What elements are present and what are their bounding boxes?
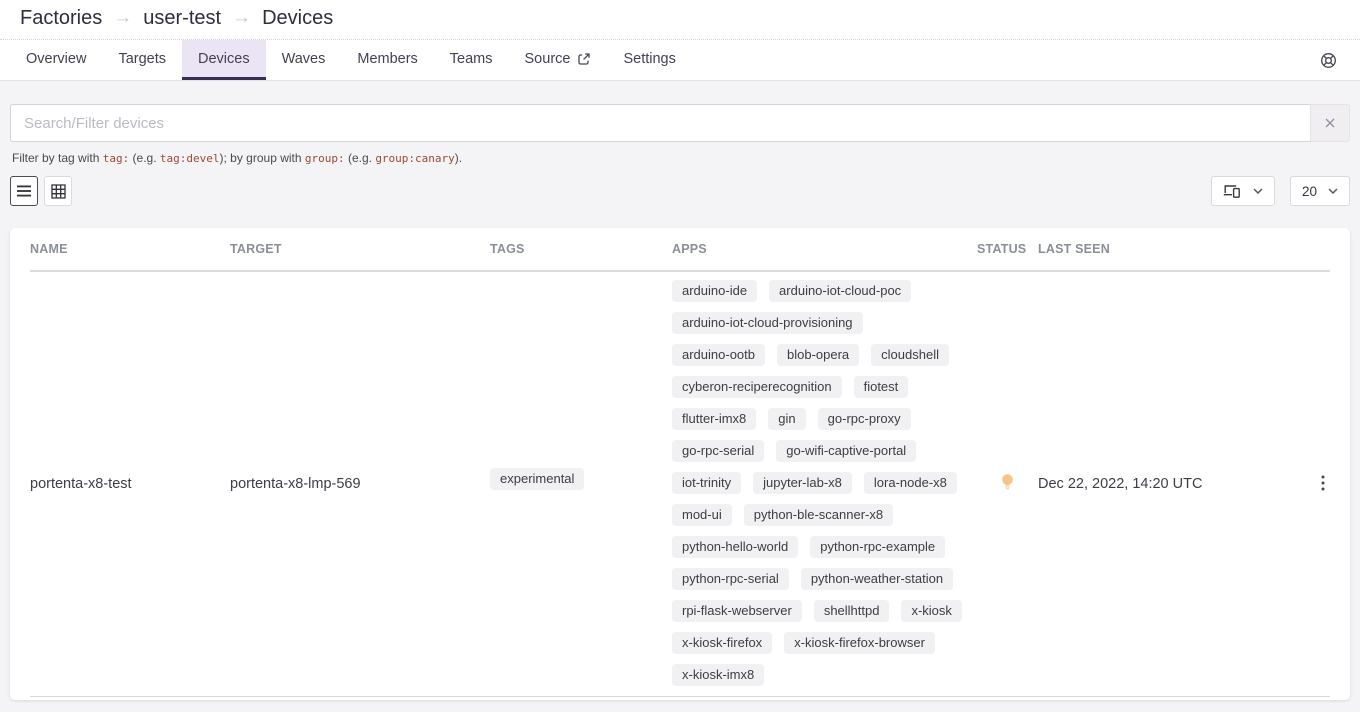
list-view-button[interactable] xyxy=(10,176,38,206)
tab-members[interactable]: Members xyxy=(341,40,433,80)
tag-chip: experimental xyxy=(490,468,584,490)
column-header-tags: TAGS xyxy=(490,242,672,256)
kebab-menu-icon xyxy=(1321,475,1325,491)
toolbar: 20 xyxy=(10,176,1350,206)
content-area: Filter by tag with tag: (e.g. tag:devel)… xyxy=(0,81,1360,712)
tab-overview[interactable]: Overview xyxy=(10,40,102,80)
app-chip: python-weather-station xyxy=(801,568,953,590)
grid-view-icon xyxy=(51,184,66,199)
app-chip: rpi-flask-webserver xyxy=(672,600,802,622)
clear-search-button[interactable] xyxy=(1310,104,1350,142)
table-row[interactable]: portenta-x8-test portenta-x8-lmp-569 exp… xyxy=(30,272,1330,697)
column-header-target: TARGET xyxy=(230,242,490,256)
status-lightbulb-icon xyxy=(1000,473,1015,491)
list-view-icon xyxy=(17,185,31,197)
app-chip: go-wifi-captive-portal xyxy=(776,440,916,462)
lifebuoy-icon xyxy=(1320,52,1337,69)
app-chip: blob-opera xyxy=(777,344,859,366)
tab-label: Overview xyxy=(26,51,86,67)
external-link-icon xyxy=(577,52,591,66)
column-header-apps: APPS xyxy=(672,242,977,256)
app-chip: flutter-imx8 xyxy=(672,408,756,430)
device-status xyxy=(977,473,1038,495)
page-header: Factories → user-test → Devices xyxy=(0,0,1360,40)
breadcrumb-current-page: Devices xyxy=(262,7,333,30)
tab-label: Targets xyxy=(118,51,166,67)
app-chip: arduino-ootb xyxy=(672,344,765,366)
app-chip: shellhttpd xyxy=(814,600,890,622)
app-chip: python-rpc-serial xyxy=(672,568,789,590)
tab-label: Source xyxy=(525,51,571,67)
device-target: portenta-x8-lmp-569 xyxy=(230,476,490,492)
search-bar xyxy=(10,104,1350,142)
device-tags: experimental xyxy=(490,468,672,500)
help-button[interactable] xyxy=(1316,48,1340,72)
tab-teams[interactable]: Teams xyxy=(434,40,509,80)
device-type-dropdown[interactable] xyxy=(1211,176,1275,206)
column-header-last-seen: LAST SEEN xyxy=(1038,242,1300,256)
devices-icon xyxy=(1223,184,1242,199)
breadcrumb-arrow-icon: → xyxy=(113,8,132,29)
tab-settings[interactable]: Settings xyxy=(607,40,691,80)
filter-hint: Filter by tag with tag: (e.g. tag:devel)… xyxy=(12,151,1350,165)
device-name: portenta-x8-test xyxy=(30,476,230,492)
view-toggle-group xyxy=(10,176,72,206)
code-tag: tag: xyxy=(103,152,130,165)
code-group: group: xyxy=(305,152,345,165)
tab-waves[interactable]: Waves xyxy=(266,40,342,80)
page-size-dropdown[interactable]: 20 xyxy=(1290,176,1350,206)
app-chip: python-hello-world xyxy=(672,536,798,558)
column-header-status: STATUS xyxy=(977,242,1038,256)
app-chip: go-rpc-serial xyxy=(672,440,764,462)
breadcrumb-arrow-icon: → xyxy=(232,8,251,29)
grid-view-button[interactable] xyxy=(44,176,72,206)
app-chip: gin xyxy=(768,408,805,430)
app-chip: cloudshell xyxy=(871,344,949,366)
page-size-value: 20 xyxy=(1302,184,1317,199)
device-apps: arduino-ide arduino-iot-cloud-poc arduino-… xyxy=(672,272,977,696)
row-actions-menu-button[interactable] xyxy=(1316,472,1330,497)
breadcrumb-factory-name[interactable]: user-test xyxy=(143,7,221,30)
tab-label: Waves xyxy=(282,51,326,67)
code-tag-devel: tag:devel xyxy=(160,152,220,165)
app-chip: lora-node-x8 xyxy=(864,472,957,494)
tab-devices[interactable]: Devices xyxy=(182,40,266,80)
app-chip: jupyter-lab-x8 xyxy=(753,472,852,494)
table-header-row: NAME TARGET TAGS APPS STATUS LAST SEEN xyxy=(30,228,1330,272)
tab-label: Members xyxy=(357,51,417,67)
app-chip: cyberon-reciperecognition xyxy=(672,376,842,398)
tab-bar: Overview Targets Devices Waves Members T… xyxy=(0,40,1360,81)
app-chip: fiotest xyxy=(854,376,909,398)
tab-label: Settings xyxy=(623,51,675,67)
app-chip: arduino-iot-cloud-poc xyxy=(769,280,911,302)
app-chip: python-ble-scanner-x8 xyxy=(744,504,893,526)
tab-label: Teams xyxy=(450,51,493,67)
breadcrumb-factories[interactable]: Factories xyxy=(20,7,102,30)
tab-label: Devices xyxy=(198,51,250,67)
code-group-canary: group:canary xyxy=(375,152,454,165)
app-chip: arduino-ide xyxy=(672,280,757,302)
tab-source[interactable]: Source xyxy=(509,40,608,80)
app-chip: x-kiosk-firefox xyxy=(672,632,772,654)
search-input[interactable] xyxy=(10,104,1310,142)
close-icon xyxy=(1324,117,1336,129)
app-chip: arduino-iot-cloud-provisioning xyxy=(672,312,863,334)
app-chip: mod-ui xyxy=(672,504,732,526)
device-last-seen: Dec 22, 2022, 14:20 UTC xyxy=(1038,476,1300,492)
breadcrumb: Factories → user-test → Devices xyxy=(20,7,1340,30)
app-chip: x-kiosk-firefox-browser xyxy=(784,632,935,654)
tab-targets[interactable]: Targets xyxy=(102,40,182,80)
app-chip: x-kiosk-imx8 xyxy=(672,664,764,686)
app-chip: go-rpc-proxy xyxy=(818,408,911,430)
app-chip: x-kiosk xyxy=(901,600,961,622)
chevron-down-icon xyxy=(1253,188,1263,194)
toolbar-right: 20 xyxy=(1211,176,1350,206)
app-chip: iot-trinity xyxy=(672,472,741,494)
column-header-name: NAME xyxy=(30,242,230,256)
devices-table-card: NAME TARGET TAGS APPS STATUS LAST SEEN p… xyxy=(10,228,1350,700)
app-chip: python-rpc-example xyxy=(810,536,945,558)
chevron-down-icon xyxy=(1328,188,1338,194)
